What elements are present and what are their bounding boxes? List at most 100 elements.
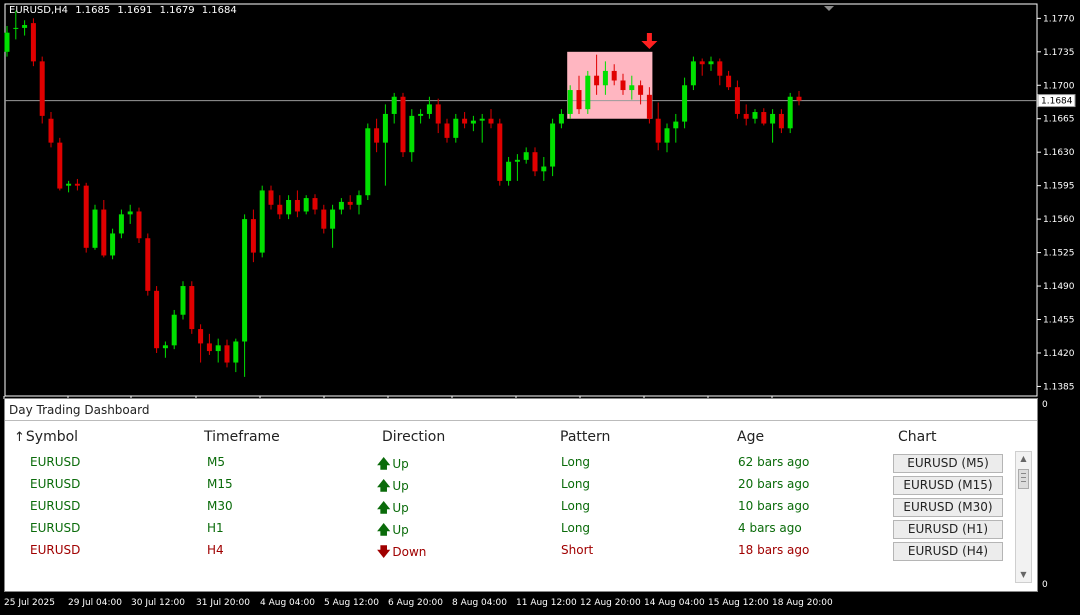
- candle-body: [206, 343, 212, 352]
- candle-body: [611, 70, 617, 81]
- indicator-zero-top: 0: [1042, 400, 1048, 410]
- direction-cell: 🡇 Down: [377, 545, 427, 560]
- price-tick-label: 1.1560: [1043, 215, 1075, 225]
- candle-body: [224, 345, 230, 363]
- candle-body: [646, 94, 652, 119]
- candle-body: [312, 198, 318, 210]
- open-chart-button[interactable]: EURUSD (M5): [893, 454, 1003, 473]
- time-tick-label: 30 Jul 12:00: [131, 598, 185, 608]
- candle-body: [514, 159, 520, 162]
- candle-body: [506, 161, 512, 181]
- candle-body: [743, 113, 749, 119]
- candle-body: [145, 238, 151, 291]
- candle-body: [558, 113, 564, 124]
- chart-header: EURUSD,H4 1.1685 1.1691 1.1679 1.1684: [9, 5, 241, 16]
- col-pattern-header[interactable]: Pattern: [560, 429, 610, 445]
- timeframe-cell: M5: [207, 455, 225, 469]
- pattern-cell: Long: [561, 521, 591, 535]
- time-tick-label: 11 Aug 12:00: [516, 598, 577, 608]
- table-row: EURUSD H1 🡅 Up Long 4 bars ago EURUSD (H1…: [5, 518, 1009, 540]
- candle-body: [734, 87, 740, 114]
- dashboard-scrollbar[interactable]: ▲ ▼: [1015, 451, 1032, 583]
- age-cell: 20 bars ago: [738, 477, 810, 491]
- candle-body: [497, 123, 503, 181]
- candle-body: [30, 23, 36, 62]
- scroll-up-icon[interactable]: ▲: [1016, 452, 1031, 466]
- timeframe-cell: H1: [207, 521, 224, 535]
- price-tick-label: 1.1385: [1043, 382, 1075, 392]
- price-tick-label: 1.1700: [1043, 81, 1075, 91]
- close-value: 1.1684: [201, 5, 237, 16]
- candle-body: [118, 214, 124, 234]
- price-chart[interactable]: 1.1770 1.1735 1.1700 1.1665 1.1630 1.1595 1.15…: [0, 0, 1080, 608]
- candle-body: [110, 233, 116, 256]
- candle-body: [374, 128, 380, 143]
- open-chart-button[interactable]: EURUSD (H1): [893, 520, 1003, 539]
- candle-body: [268, 190, 274, 205]
- candle-body: [567, 90, 573, 114]
- table-row: EURUSD M5 🡅 Up Long 62 bars ago EURUSD (M…: [5, 452, 1009, 474]
- candle-body: [171, 314, 177, 346]
- high-value: 1.1691: [117, 5, 153, 16]
- candle-body: [66, 183, 72, 186]
- arrow-up-icon: 🡅: [377, 457, 391, 472]
- time-tick-label: 8 Aug 04:00: [452, 598, 507, 608]
- candle-body: [189, 286, 195, 330]
- time-tick-label: 6 Aug 20:00: [388, 598, 443, 608]
- col-direction-header[interactable]: Direction: [382, 429, 445, 445]
- col-age-header[interactable]: Age: [737, 429, 764, 445]
- candle-body: [682, 85, 688, 122]
- candle-body: [136, 211, 142, 239]
- candle-body: [796, 96, 802, 101]
- age-cell: 18 bars ago: [738, 543, 810, 557]
- candle-body: [277, 204, 283, 215]
- candle-body: [83, 185, 89, 248]
- scroll-thumb[interactable]: [1018, 469, 1029, 489]
- candle-body: [162, 345, 168, 349]
- price-tick-label: 1.1630: [1043, 148, 1075, 158]
- candle-body: [470, 120, 476, 124]
- candle-body: [690, 61, 696, 86]
- price-tick-label: 1.1525: [1043, 249, 1075, 259]
- candle-body: [462, 118, 468, 124]
- time-tick-label: 18 Aug 20:00: [772, 598, 833, 608]
- current-price-tag-label: 1.1684: [1041, 97, 1073, 107]
- time-tick-label: 12 Aug 20:00: [580, 598, 641, 608]
- arrow-up-icon: 🡅: [377, 523, 391, 538]
- pattern-cell: Long: [561, 499, 591, 513]
- candle-body: [602, 70, 608, 86]
- candle-body: [453, 118, 459, 138]
- candle-body: [726, 75, 732, 88]
- candle-body: [338, 201, 344, 210]
- candle-body: [154, 290, 160, 349]
- age-cell: 10 bars ago: [738, 499, 810, 513]
- candle-body: [717, 61, 723, 76]
- candle-body: [22, 25, 28, 28]
- age-cell: 62 bars ago: [738, 455, 810, 469]
- table-row: EURUSD H4 🡇 Down Short 18 bars ago EURUSD…: [5, 540, 1009, 562]
- arrow-up-icon: 🡅: [377, 501, 391, 516]
- symbol-cell: EURUSD: [30, 543, 81, 557]
- col-chart-header[interactable]: Chart: [898, 429, 936, 445]
- open-chart-button[interactable]: EURUSD (M30): [893, 498, 1003, 517]
- scroll-down-icon[interactable]: ▼: [1016, 568, 1031, 582]
- open-chart-button[interactable]: EURUSD (M15): [893, 476, 1003, 495]
- title-divider: [5, 420, 1037, 421]
- col-timeframe-header[interactable]: Timeframe: [204, 429, 280, 445]
- dashboard-title: Day Trading Dashboard: [9, 403, 150, 417]
- table-row: EURUSD M15 🡅 Up Long 20 bars ago EURUSD (…: [5, 474, 1009, 496]
- open-chart-button[interactable]: EURUSD (H4): [893, 542, 1003, 561]
- arrow-up-icon: 🡅: [377, 479, 391, 494]
- price-tick-label: 1.1595: [1043, 182, 1075, 192]
- price-tick-label: 1.1770: [1043, 14, 1075, 24]
- chart-frame: [4, 3, 1038, 397]
- day-trading-dashboard: Day Trading Dashboard ↑Symbol Timeframe …: [4, 398, 1038, 592]
- candle-body: [101, 209, 107, 256]
- arrow-down-icon: 🡇: [377, 545, 391, 560]
- candle-body: [13, 27, 19, 29]
- candle-body: [294, 200, 300, 212]
- price-tick-label: 1.1665: [1043, 115, 1075, 125]
- candle-body: [198, 329, 204, 344]
- candle-body: [435, 104, 441, 124]
- col-symbol-header[interactable]: ↑Symbol: [14, 429, 78, 445]
